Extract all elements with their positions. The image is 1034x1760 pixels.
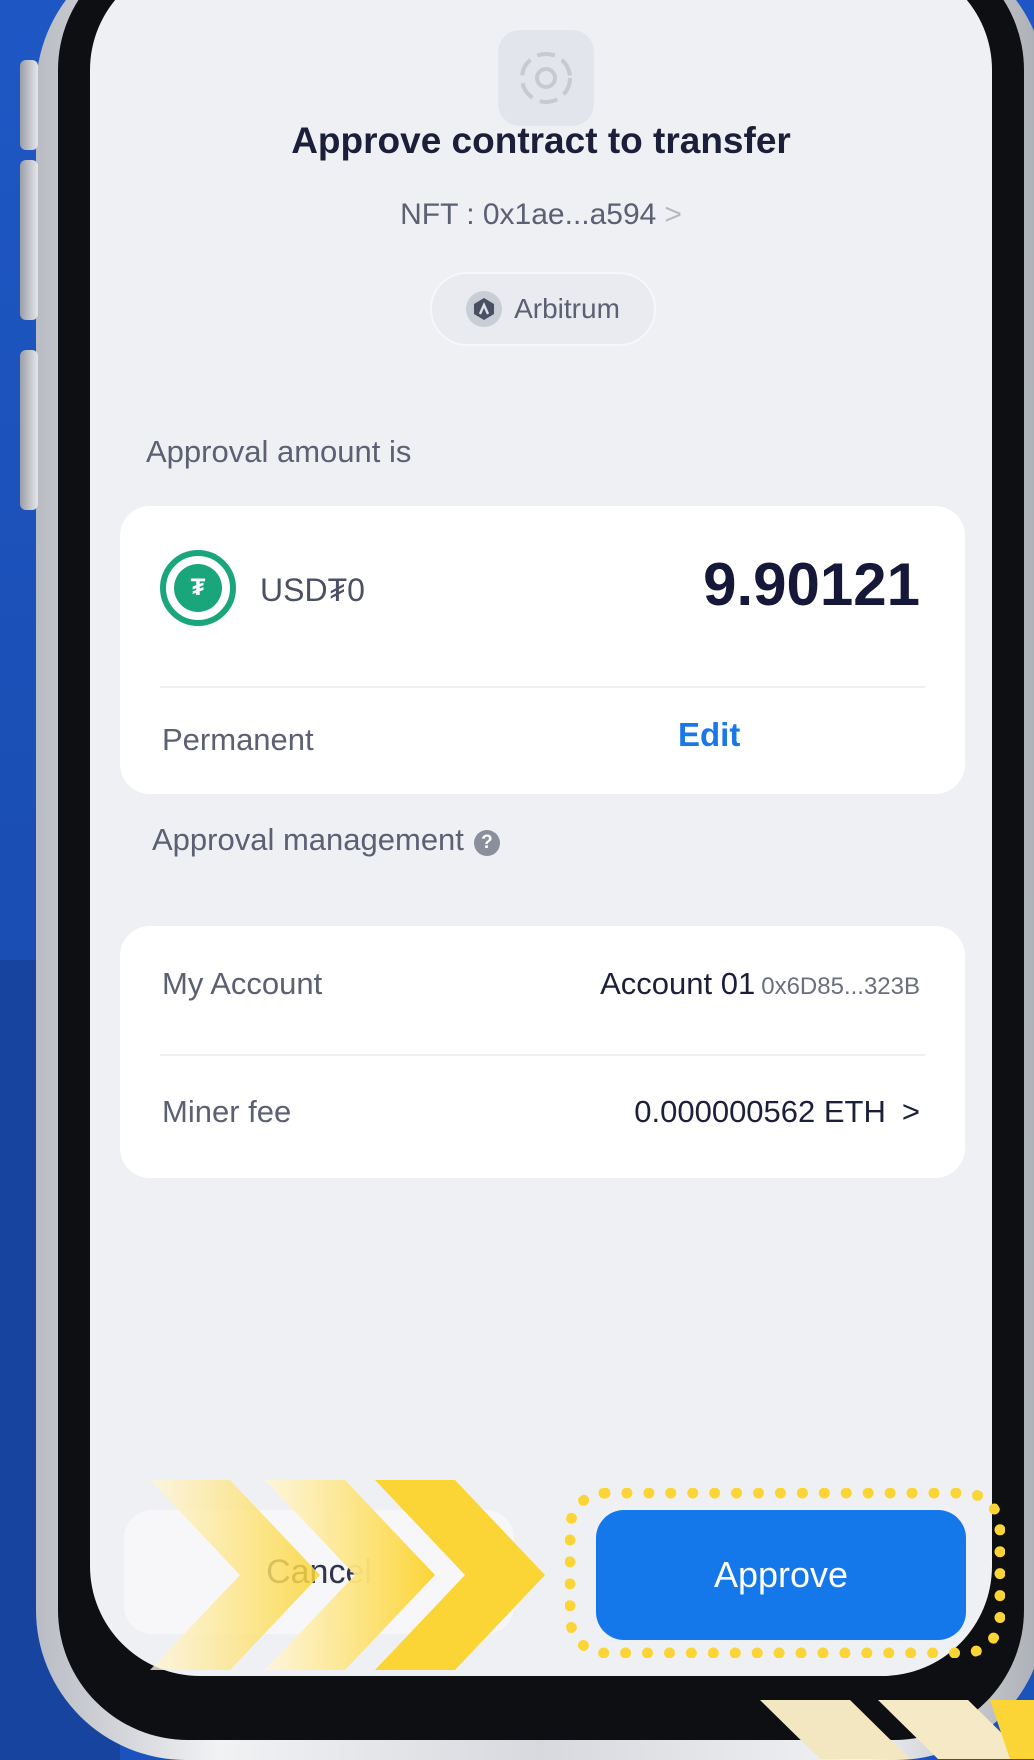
account-fee-card xyxy=(120,926,965,1178)
arbitrum-icon xyxy=(466,291,503,327)
approval-management-label: Approval management xyxy=(152,822,464,857)
card-divider xyxy=(160,1054,925,1056)
account-name: Account 01 xyxy=(600,966,756,1001)
dapp-logo-icon xyxy=(498,30,594,126)
account-value: Account 01 0x6D85...323B xyxy=(600,966,920,1002)
chain-name: Arbitrum xyxy=(514,293,620,324)
card-divider xyxy=(160,686,925,688)
phone-volume-down xyxy=(20,350,38,510)
approval-duration: Permanent xyxy=(162,722,314,757)
approval-management-heading: Approval management? xyxy=(152,822,500,858)
approval-amount-label: Approval amount is xyxy=(146,434,412,469)
usdt-token-icon: ₮ xyxy=(160,550,236,626)
miner-fee-label: Miner fee xyxy=(162,1094,292,1129)
chevron-right-icon: > xyxy=(901,1094,920,1129)
approve-highlight-outline xyxy=(565,1488,1005,1658)
phone-screen: Approve contract to transfer NFT : 0x1ae… xyxy=(90,0,992,1676)
miner-fee-value: 0.000000562 ETH xyxy=(634,1094,886,1129)
account-address: 0x6D85...323B xyxy=(761,973,920,1000)
chevron-arrows-icon xyxy=(150,1480,545,1670)
phone-volume-up xyxy=(20,160,38,320)
account-label: My Account xyxy=(162,966,323,1001)
nft-contract-label: NFT : 0x1ae...a594 xyxy=(400,198,657,231)
corner-stripes-decoration xyxy=(760,1700,1034,1759)
phone-mute-switch xyxy=(20,60,38,150)
miner-fee-selector[interactable]: 0.000000562 ETH > xyxy=(634,1094,920,1130)
approval-amount-value: 9.90121 xyxy=(703,551,920,618)
token-symbol: USD₮0 xyxy=(260,572,365,608)
nft-contract-link[interactable]: NFT : 0x1ae...a594 > xyxy=(90,198,992,232)
page-title: Approve contract to transfer xyxy=(291,120,791,161)
help-icon[interactable]: ? xyxy=(473,830,500,856)
chain-badge: Arbitrum xyxy=(430,272,656,346)
edit-approval-link[interactable]: Edit xyxy=(678,716,740,754)
chevron-right-icon: > xyxy=(664,198,682,231)
